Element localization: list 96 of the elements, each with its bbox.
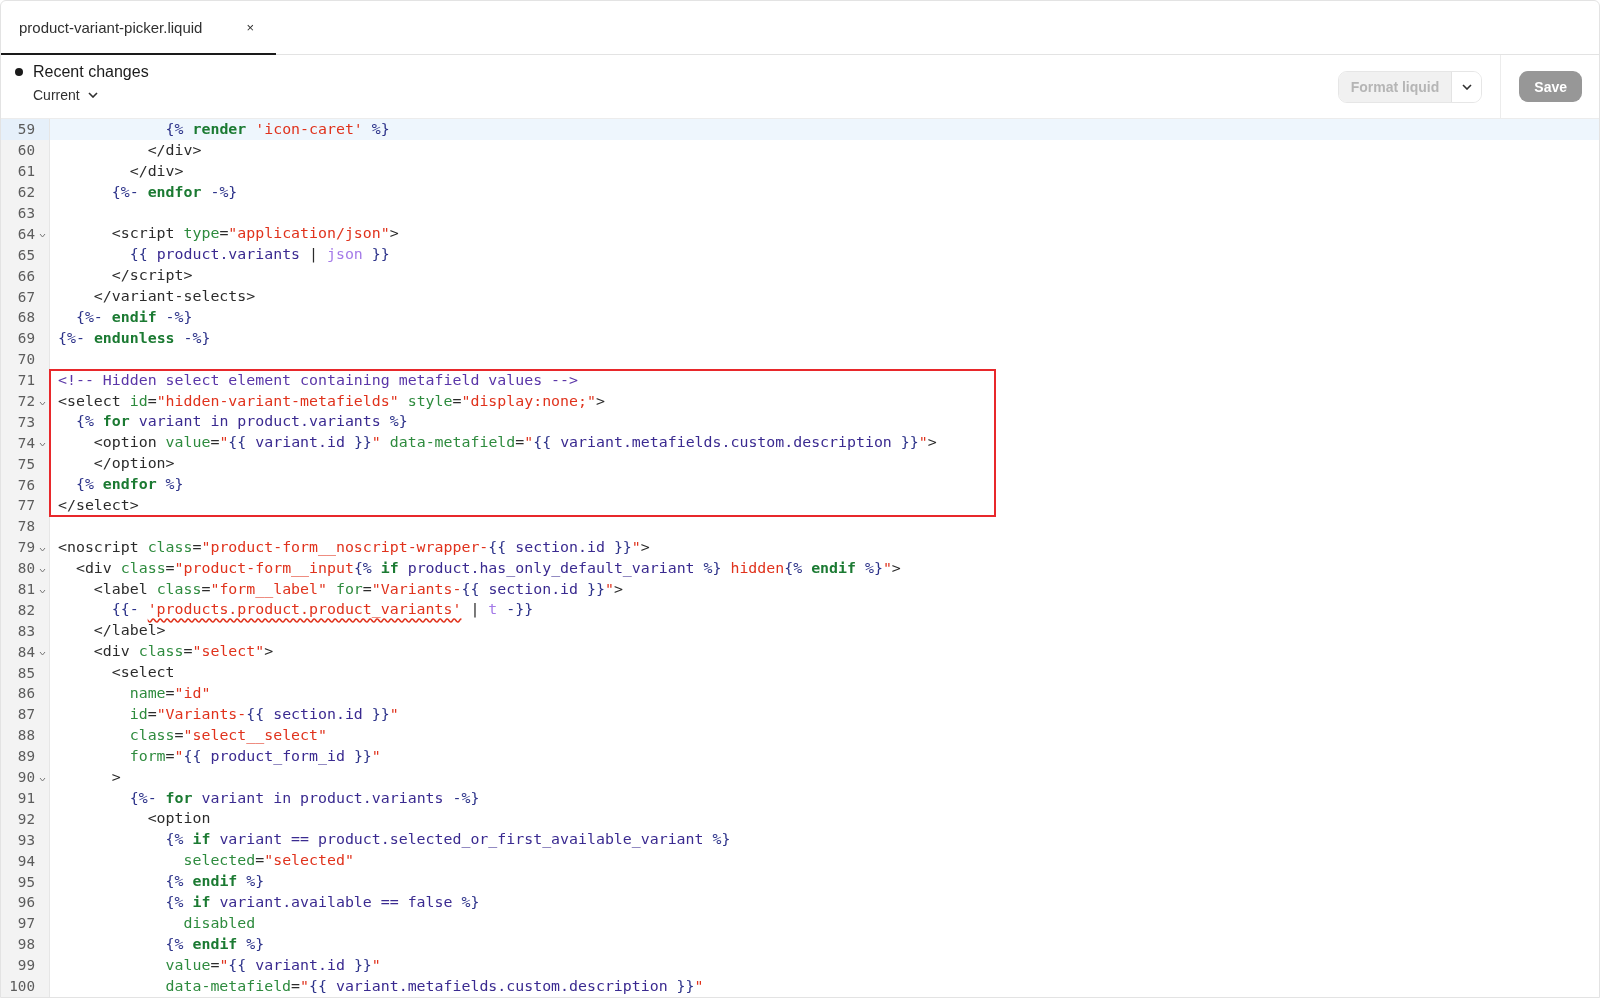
fold-chevron-icon[interactable] xyxy=(39,651,46,657)
line-number: 87 xyxy=(17,706,35,723)
line-number: 64 xyxy=(17,225,35,242)
version-dropdown[interactable]: Current xyxy=(33,87,1338,103)
code-line: </div> xyxy=(128,161,184,180)
chevron-down-icon[interactable] xyxy=(87,92,98,98)
code-line: {%- endfor -%} xyxy=(110,182,238,201)
line-number: 77 xyxy=(17,497,35,514)
code-line: <option xyxy=(146,809,211,828)
fold-chevron-icon[interactable] xyxy=(39,233,46,239)
code-line: <!-- Hidden select element containing metafield values --> xyxy=(58,370,578,389)
code-line: </variant-selects> xyxy=(92,287,256,306)
code-line: {% if variant == product.selected_or_first_available_variant %} xyxy=(164,830,731,849)
line-number: 63 xyxy=(17,205,35,221)
line-number: 86 xyxy=(17,685,35,702)
file-tab[interactable]: product-variant-picker.liquid × xyxy=(1,1,276,55)
line-number: 97 xyxy=(17,915,35,932)
code-line: {%- endif -%} xyxy=(74,308,193,326)
line-number: 94 xyxy=(17,852,35,869)
code-line: {{- 'products.product.product_variants' | t -}} xyxy=(110,600,534,619)
line-number: 92 xyxy=(17,810,35,827)
fold-chevron-icon[interactable] xyxy=(39,567,46,573)
fold-chevron-icon[interactable] xyxy=(39,400,46,406)
code-line: disabled xyxy=(182,913,256,932)
code-line: value="{{ variant.id }}" xyxy=(164,955,381,974)
code-line: {% endif %} xyxy=(164,934,265,953)
line-number: 72 xyxy=(17,393,35,409)
line-number: 82 xyxy=(17,601,35,618)
code-line: </option> xyxy=(92,454,175,473)
line-number: 79 xyxy=(17,539,35,556)
code-line: <noscript class="product-form__noscript-wrapper-{{ section.id }}"> xyxy=(58,537,650,556)
fold-chevron-icon[interactable] xyxy=(39,588,46,594)
line-number: 73 xyxy=(17,413,35,430)
code-line: {% render 'icon-caret' %} xyxy=(164,120,390,138)
code-line: class="select__select" xyxy=(128,725,327,744)
line-number: 96 xyxy=(17,894,35,911)
line-number: 61 xyxy=(17,163,35,180)
line-number: 65 xyxy=(17,246,35,263)
code-line: {% endfor %} xyxy=(74,475,184,494)
line-number: 89 xyxy=(17,748,35,765)
line-number: 70 xyxy=(17,351,35,368)
line-number: 99 xyxy=(17,957,35,974)
line-number: 83 xyxy=(17,622,35,639)
fold-chevron-icon[interactable] xyxy=(39,546,46,552)
code-line: {%- for variant in product.variants -%} xyxy=(128,788,480,807)
line-number: 59 xyxy=(17,121,35,138)
code-line: id="Variants-{{ section.id }}" xyxy=(128,704,399,723)
code-line: <option value="{{ variant.id }}" data-metafield="{{ variant.metafields.custom.description }}"> xyxy=(92,433,937,452)
line-number: 71 xyxy=(17,372,35,389)
code-line: <select xyxy=(110,663,175,682)
fold-chevron-icon[interactable] xyxy=(39,776,46,782)
code-line: {% if variant.available == false %} xyxy=(164,892,480,911)
code-line: <div class="select"> xyxy=(92,642,274,661)
line-number: 67 xyxy=(17,288,35,305)
unsaved-dot xyxy=(15,68,23,76)
line-number: 62 xyxy=(17,184,35,201)
chevron-down-icon[interactable] xyxy=(1461,83,1472,90)
code-line: {{ product.variants | json }} xyxy=(128,245,390,264)
line-number: 100 xyxy=(9,977,35,994)
close-tab-button[interactable]: × xyxy=(242,17,258,37)
line-number: 69 xyxy=(17,330,35,347)
code-line: selected="selected" xyxy=(182,851,354,870)
line-number: 84 xyxy=(17,643,35,660)
code-line: <label class="form__label" for="Variants-{{ section.id }}"> xyxy=(92,579,623,598)
line-number: 68 xyxy=(17,309,35,326)
changes-title: Recent changes xyxy=(33,63,149,81)
code-line: </script> xyxy=(110,266,193,285)
line-number: 93 xyxy=(17,831,35,848)
code-line: </label> xyxy=(92,621,166,640)
code-line: <select id="hidden-variant-metafields" style="display:none;"> xyxy=(58,391,605,410)
line-number: 90 xyxy=(17,769,35,786)
line-number: 60 xyxy=(17,142,35,159)
line-number: 78 xyxy=(17,518,35,535)
line-number: 91 xyxy=(17,789,35,806)
code-line: </select> xyxy=(58,496,139,515)
line-number: 75 xyxy=(17,455,35,472)
code-line: {% endif %} xyxy=(164,872,265,891)
line-number: 74 xyxy=(17,434,35,451)
code-line: data-metafield="{{ variant.metafields.custom.description }}" xyxy=(164,976,704,995)
line-number: 76 xyxy=(17,476,35,493)
line-number: 85 xyxy=(17,664,35,681)
line-number: 88 xyxy=(17,727,35,744)
line-number: 80 xyxy=(17,560,35,577)
code-line: > xyxy=(110,767,121,786)
fold-chevron-icon[interactable] xyxy=(39,442,46,448)
code-line: {% for variant in product.variants %} xyxy=(74,412,408,431)
code-line: <div class="product-form__input{% if product.has_only_default_variant %} hidden{% endif %}"> xyxy=(74,558,901,577)
code-line: </div> xyxy=(146,140,202,159)
code-line: <script type="application/json"> xyxy=(110,224,399,243)
code-line: name="id" xyxy=(128,684,211,703)
line-number: 98 xyxy=(17,936,35,953)
line-number: 95 xyxy=(17,873,35,890)
code-line: form="{{ product_form_id }}" xyxy=(128,746,381,765)
line-number: 66 xyxy=(17,267,35,284)
code-line: {%- endunless -%} xyxy=(58,328,211,347)
line-number: 81 xyxy=(17,581,35,598)
